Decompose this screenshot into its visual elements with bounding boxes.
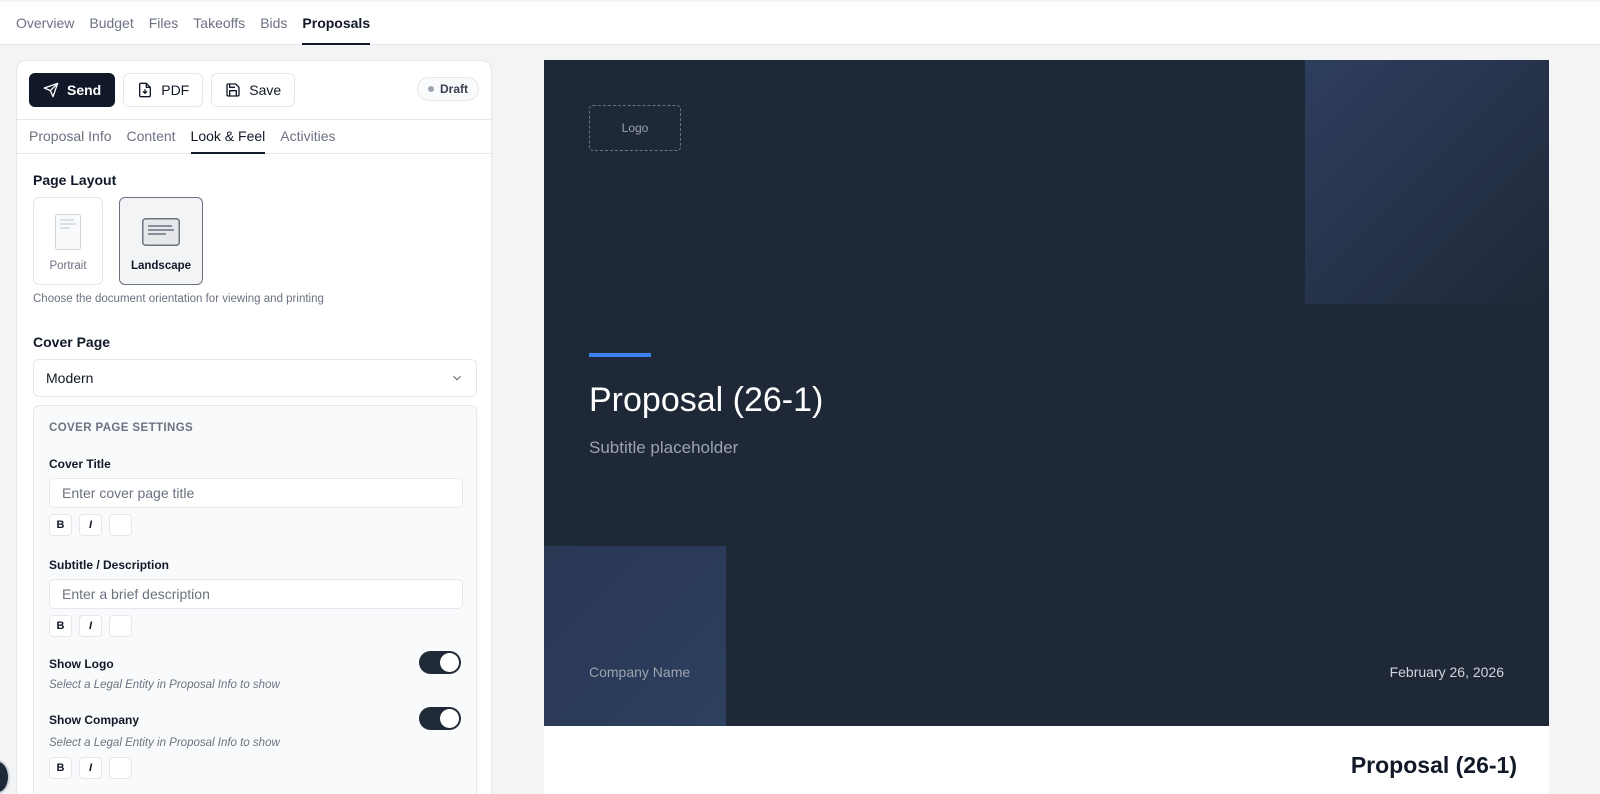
subtitle-input[interactable] <box>49 579 463 609</box>
pdf-button[interactable]: PDF <box>123 73 204 107</box>
settings-caption: COVER PAGE SETTINGS <box>49 422 194 434</box>
cover-page-select[interactable]: Modern <box>33 359 477 397</box>
cover-page-heading: Cover Page <box>33 334 111 350</box>
send-label: Send <box>67 82 102 98</box>
chevron-down-icon <box>453 375 461 381</box>
send-button[interactable]: Send <box>29 73 116 107</box>
show-logo-note: Select a Legal Entity in Proposal Info t… <box>49 679 280 691</box>
show-company-label: Show Company <box>49 713 140 727</box>
proposal-preview: Logo Proposal (26-1) Subtitle placeholde… <box>544 60 1549 794</box>
show-logo-label: Show Logo <box>49 657 114 671</box>
layout-portrait-option[interactable]: Portrait <box>33 197 103 285</box>
portrait-page-icon <box>55 214 81 250</box>
show-company-toggle[interactable] <box>419 707 461 730</box>
decorative-shape-bottom <box>544 546 726 726</box>
page-layout-options: Portrait Landscape <box>33 197 203 285</box>
italic-button[interactable]: I <box>79 757 102 779</box>
tab-budget[interactable]: Budget <box>82 2 141 45</box>
portrait-label: Portrait <box>49 260 87 272</box>
bold-button[interactable]: B <box>49 514 72 536</box>
tab-takeoffs[interactable]: Takeoffs <box>186 2 253 45</box>
show-logo-toggle[interactable] <box>419 651 461 674</box>
status-label: Draft <box>439 82 468 96</box>
save-icon <box>226 83 240 97</box>
tab-bids[interactable]: Bids <box>253 2 295 45</box>
logo-placeholder: Logo <box>589 105 681 151</box>
save-label: Save <box>249 82 282 98</box>
cover-date: February 26, 2026 <box>1389 664 1504 680</box>
avatar[interactable] <box>0 760 10 794</box>
tab-activities[interactable]: Activities <box>273 120 343 153</box>
save-button[interactable]: Save <box>211 73 296 107</box>
page-layout-hint: Choose the document orientation for view… <box>33 293 324 305</box>
cover-title: Proposal (26-1) <box>589 381 824 419</box>
send-icon <box>43 82 59 98</box>
logo-text: Logo <box>621 121 649 135</box>
settings-panel: Send PDF Save Draft Proposal Info Conten… <box>16 60 492 794</box>
subtitle-format: B I <box>49 615 132 637</box>
tab-look-and-feel[interactable]: Look & Feel <box>183 120 273 154</box>
cover-title-format: B I <box>49 514 132 536</box>
tab-proposal-info[interactable]: Proposal Info <box>29 120 119 153</box>
italic-button[interactable]: I <box>79 514 102 536</box>
bold-button[interactable]: B <box>49 757 72 779</box>
status-dot-icon <box>427 86 434 92</box>
tab-overview[interactable]: Overview <box>16 2 82 45</box>
cover-page: Logo Proposal (26-1) Subtitle placeholde… <box>544 60 1549 726</box>
cover-subtitle: Subtitle placeholder <box>589 438 739 457</box>
settings-tabs: Proposal Info Content Look & Feel Activi… <box>17 119 491 154</box>
tab-files[interactable]: Files <box>141 2 186 45</box>
tab-proposals[interactable]: Proposals <box>295 2 378 45</box>
title-accent-bar <box>589 353 651 357</box>
page-title: Proposal (26-1) <box>1350 752 1517 778</box>
proposal-toolbar: Send PDF Save <box>29 73 296 107</box>
tab-content[interactable]: Content <box>119 120 183 153</box>
bold-button[interactable]: B <box>49 615 72 637</box>
layout-landscape-option[interactable]: Landscape <box>119 197 203 285</box>
cover-title-input[interactable] <box>49 478 463 508</box>
landscape-label: Landscape <box>130 260 192 272</box>
top-nav: Overview Budget Files Takeoffs Bids Prop… <box>0 0 1600 45</box>
decorative-shape-top <box>1305 60 1549 304</box>
project-tabs: Overview Budget Files Takeoffs Bids Prop… <box>16 2 378 45</box>
page-layout-heading: Page Layout <box>33 172 117 188</box>
landscape-page-icon <box>142 218 180 246</box>
pdf-label: PDF <box>161 82 190 98</box>
cover-page-selected: Modern <box>46 370 94 386</box>
color-swatch-button[interactable] <box>109 615 132 637</box>
color-swatch-button[interactable] <box>109 757 132 779</box>
subtitle-label: Subtitle / Description <box>49 558 170 572</box>
cover-company: Company Name <box>589 664 691 680</box>
color-swatch-button[interactable] <box>109 514 132 536</box>
file-download-icon <box>139 82 152 98</box>
italic-button[interactable]: I <box>79 615 102 637</box>
cover-title-label: Cover Title <box>49 457 111 471</box>
company-format: B I <box>49 757 132 779</box>
cover-page-settings: COVER PAGE SETTINGS Cover Title B I Subt… <box>33 405 477 794</box>
status-badge: Draft <box>416 77 479 101</box>
show-company-note: Select a Legal Entity in Proposal Info t… <box>49 737 280 749</box>
